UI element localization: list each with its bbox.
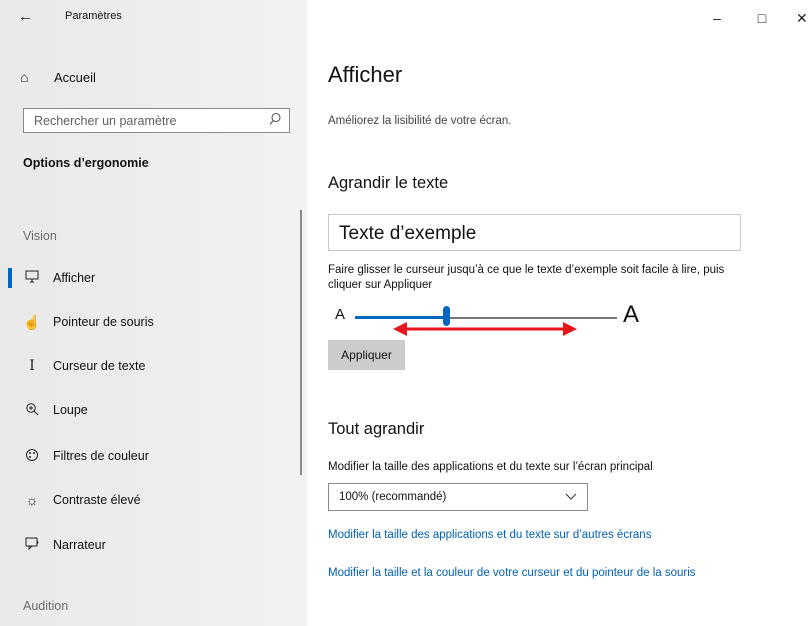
link-cursor-settings[interactable]: Modifier la taille et la couleur de votr…: [328, 566, 728, 581]
scale-dropdown[interactable]: 100% (recommandé): [328, 483, 588, 511]
monitor-icon: [23, 270, 41, 286]
search-input[interactable]: Rechercher un paramètre: [23, 108, 290, 133]
sidebar-item-label: Curseur de texte: [53, 359, 146, 373]
narrator-icon: [23, 537, 41, 553]
page-description: Améliorez la lisibilité de votre écran.: [328, 115, 512, 127]
search-placeholder: Rechercher un paramètre: [34, 114, 177, 128]
sidebar-item-contraste-eleve[interactable]: ☼ Contraste élevé: [0, 487, 300, 513]
double-arrow-annotation-icon: [393, 322, 577, 336]
color-filter-icon: [23, 448, 41, 465]
sample-text: Texte d’exemple: [339, 223, 477, 244]
group-label-audition: Audition: [23, 599, 69, 613]
section-heading-text-size: Agrandir le texte: [328, 174, 449, 192]
sidebar-item-narrateur[interactable]: Narrateur: [0, 532, 300, 558]
sidebar-item-label: Pointeur de souris: [53, 315, 154, 329]
section-heading-scale: Tout agrandir: [328, 420, 425, 438]
high-contrast-icon: ☼: [25, 492, 39, 508]
sidebar: ← Paramètres ⌂ Accueil Rechercher un par…: [0, 0, 307, 626]
chevron-down-icon: [565, 493, 577, 500]
back-arrow-icon[interactable]: ←: [18, 8, 38, 26]
dropdown-value: 100% (recommandé): [339, 491, 447, 503]
sidebar-item-filtres-de-couleur[interactable]: Filtres de couleur: [0, 443, 300, 469]
sidebar-item-label: Narrateur: [53, 538, 106, 552]
slider-fill: [355, 316, 447, 319]
slider-min-label: A: [335, 306, 346, 323]
page-title: Afficher: [328, 62, 403, 87]
text-cursor-icon: I: [29, 358, 35, 374]
scale-description: Modifier la taille des applications et d…: [328, 461, 653, 473]
sidebar-scrollbar[interactable]: [300, 210, 302, 475]
minimize-button[interactable]: –: [707, 10, 727, 26]
sidebar-item-afficher[interactable]: Afficher: [0, 265, 300, 291]
sample-text-box: Texte d’exemple: [328, 214, 741, 251]
sidebar-item-curseur-de-texte[interactable]: I Curseur de texte: [0, 353, 300, 379]
magnifier-icon: [23, 402, 41, 419]
link-other-screens[interactable]: Modifier la taille des applications et d…: [328, 528, 728, 543]
section-title: Options d’ergonomie: [23, 156, 149, 170]
group-label-vision: Vision: [23, 229, 57, 243]
close-button[interactable]: ✕: [796, 10, 810, 27]
search-icon: [269, 112, 281, 125]
sidebar-item-label: Afficher: [53, 271, 96, 285]
title-bar: ← Paramètres: [0, 0, 307, 32]
home-icon: ⌂: [20, 69, 29, 85]
maximize-button[interactable]: □: [752, 10, 772, 26]
apply-button[interactable]: Appliquer: [328, 340, 405, 370]
slider-instructions: Faire glisser le curseur jusqu’à ce que …: [328, 264, 725, 291]
sidebar-item-pointeur-de-souris[interactable]: ☝ Pointeur de souris: [0, 309, 300, 335]
sidebar-item-home[interactable]: ⌂ Accueil: [20, 66, 290, 88]
sidebar-item-label: Accueil: [54, 69, 96, 85]
sidebar-item-label: Filtres de couleur: [53, 449, 149, 463]
sidebar-item-label: Contraste élevé: [53, 493, 141, 507]
sidebar-item-loupe[interactable]: Loupe: [0, 397, 300, 423]
app-title: Paramètres: [65, 10, 122, 22]
sidebar-item-label: Loupe: [53, 403, 88, 417]
mouse-pointer-icon: ☝: [23, 313, 41, 330]
slider-max-label: A: [623, 301, 640, 328]
